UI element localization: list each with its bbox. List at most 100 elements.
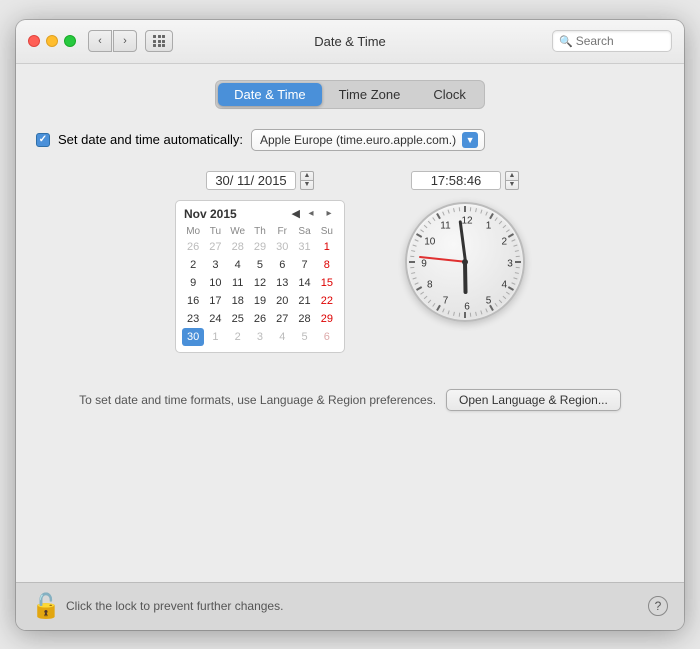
calendar-day[interactable]: 11 (227, 274, 249, 292)
day-header-tu: Tu (204, 225, 226, 238)
calendar-day[interactable]: 2 (227, 328, 249, 346)
lock-button[interactable]: 🔓 (32, 590, 60, 622)
date-time-section: 30/ 11/ 2015 ▲ ▼ Nov 2015 ◀ ◂ ▸ (36, 171, 664, 353)
time-down-button[interactable]: ▼ (505, 180, 519, 190)
calendar-day[interactable]: 17 (204, 292, 226, 310)
main-window: ‹ › Date & Time 🔍 Date & Time Time Zone … (16, 20, 684, 630)
day-header-mo: Mo (182, 225, 204, 238)
calendar-day[interactable]: 3 (204, 256, 226, 274)
calendar-nav: ◀ ◂ ▸ (292, 207, 336, 221)
nav-buttons: ‹ › (88, 30, 137, 52)
back-button[interactable]: ‹ (88, 30, 112, 52)
open-language-button[interactable]: Open Language & Region... (446, 389, 621, 411)
grid-button[interactable] (145, 30, 173, 52)
calendar-day[interactable]: 22 (316, 292, 338, 310)
calendar-day[interactable]: 15 (316, 274, 338, 292)
calendar-day[interactable]: 24 (204, 310, 226, 328)
calendar-day[interactable]: 12 (249, 274, 271, 292)
calendar-day[interactable]: 14 (293, 274, 315, 292)
tab-clock[interactable]: Clock (417, 83, 482, 106)
clock-number: 12 (461, 215, 472, 226)
calendar-header-row: Mo Tu We Th Fr Sa Su (182, 225, 338, 238)
calendar-day[interactable]: 27 (204, 238, 226, 256)
minimize-button[interactable] (46, 35, 58, 47)
calendar-day[interactable]: 26 (182, 238, 204, 256)
calendar-day[interactable]: 5 (293, 328, 315, 346)
server-dropdown[interactable]: Apple Europe (time.euro.apple.com.) ▼ (251, 129, 485, 151)
time-display: 17:58:46 ▲ ▼ (411, 171, 519, 190)
dropdown-arrow-icon: ▼ (462, 132, 478, 148)
calendar-day[interactable]: 13 (271, 274, 293, 292)
clock-number: 11 (440, 221, 450, 232)
calendar-row: 30123456 (182, 328, 338, 346)
day-header-fr: Fr (271, 225, 293, 238)
calendar-row: 23242526272829 (182, 310, 338, 328)
tab-bar: Date & Time Time Zone Clock (36, 80, 664, 109)
calendar-row: 16171819202122 (182, 292, 338, 310)
day-header-we: We (227, 225, 249, 238)
calendar-day[interactable]: 6 (316, 328, 338, 346)
close-button[interactable] (28, 35, 40, 47)
search-box[interactable]: 🔍 (552, 30, 672, 52)
calendar-day[interactable]: 4 (271, 328, 293, 346)
calendar-day[interactable]: 10 (204, 274, 226, 292)
calendar-day[interactable]: 23 (182, 310, 204, 328)
calendar-day[interactable]: 30 (182, 328, 204, 346)
tab-date-time[interactable]: Date & Time (218, 83, 322, 106)
calendar-grid: Mo Tu We Th Fr Sa Su 2627282930311234567… (182, 225, 338, 346)
auto-set-row: Set date and time automatically: Apple E… (36, 129, 664, 151)
content-area: Date & Time Time Zone Clock Set date and… (16, 64, 684, 582)
window-title: Date & Time (314, 34, 386, 49)
calendar-prev-button[interactable]: ◂ (304, 207, 318, 221)
search-input[interactable] (576, 34, 665, 48)
calendar-day[interactable]: 16 (182, 292, 204, 310)
calendar-day[interactable]: 29 (316, 310, 338, 328)
calendar-day[interactable]: 20 (271, 292, 293, 310)
titlebar: ‹ › Date & Time 🔍 (16, 20, 684, 64)
calendar-header: Nov 2015 ◀ ◂ ▸ (182, 207, 338, 221)
clock-number: 9 (421, 258, 427, 269)
calendar-day[interactable]: 5 (249, 256, 271, 274)
calendar-day[interactable]: 3 (249, 328, 271, 346)
server-value: Apple Europe (time.euro.apple.com.) (260, 133, 456, 147)
mini-calendar: Nov 2015 ◀ ◂ ▸ Mo Tu We (175, 200, 345, 353)
tab-time-zone[interactable]: Time Zone (323, 83, 417, 106)
clock-number: 10 (424, 237, 435, 248)
calendar-day[interactable]: 4 (227, 256, 249, 274)
calendar-day[interactable]: 1 (204, 328, 226, 346)
calendar-day[interactable]: 28 (293, 310, 315, 328)
lock-icon: 🔓 (31, 592, 61, 621)
auto-set-checkbox[interactable] (36, 133, 50, 147)
date-field[interactable]: 30/ 11/ 2015 (206, 171, 296, 190)
clock-number: 1 (486, 221, 492, 232)
calendar-day[interactable]: 21 (293, 292, 315, 310)
date-down-button[interactable]: ▼ (300, 180, 314, 190)
forward-button[interactable]: › (113, 30, 137, 52)
calendar-day[interactable]: 18 (227, 292, 249, 310)
help-button[interactable]: ? (648, 596, 668, 616)
calendar-day[interactable]: 7 (293, 256, 315, 274)
time-picker-area: 17:58:46 ▲ ▼ 121234567891011 (405, 171, 525, 353)
calendar-day[interactable]: 30 (271, 238, 293, 256)
calendar-day[interactable]: 9 (182, 274, 204, 292)
maximize-button[interactable] (64, 35, 76, 47)
calendar-day[interactable]: 2 (182, 256, 204, 274)
calendar-day[interactable]: 27 (271, 310, 293, 328)
language-region-bar: To set date and time formats, use Langua… (36, 377, 664, 423)
calendar-day[interactable]: 31 (293, 238, 315, 256)
calendar-day[interactable]: 26 (249, 310, 271, 328)
time-field[interactable]: 17:58:46 (411, 171, 501, 190)
calendar-day[interactable]: 8 (316, 256, 338, 274)
calendar-day[interactable]: 28 (227, 238, 249, 256)
calendar-day[interactable]: 19 (249, 292, 271, 310)
calendar-day[interactable]: 6 (271, 256, 293, 274)
lock-text: Click the lock to prevent further change… (66, 599, 283, 613)
calendar-nav-left-icon: ◀ (292, 207, 300, 221)
calendar-day[interactable]: 1 (316, 238, 338, 256)
calendar-day[interactable]: 29 (249, 238, 271, 256)
calendar-next-button[interactable]: ▸ (322, 207, 336, 221)
calendar-day[interactable]: 25 (227, 310, 249, 328)
grid-icon (153, 35, 165, 47)
calendar-row: 2345678 (182, 256, 338, 274)
time-stepper: ▲ ▼ (505, 171, 519, 190)
